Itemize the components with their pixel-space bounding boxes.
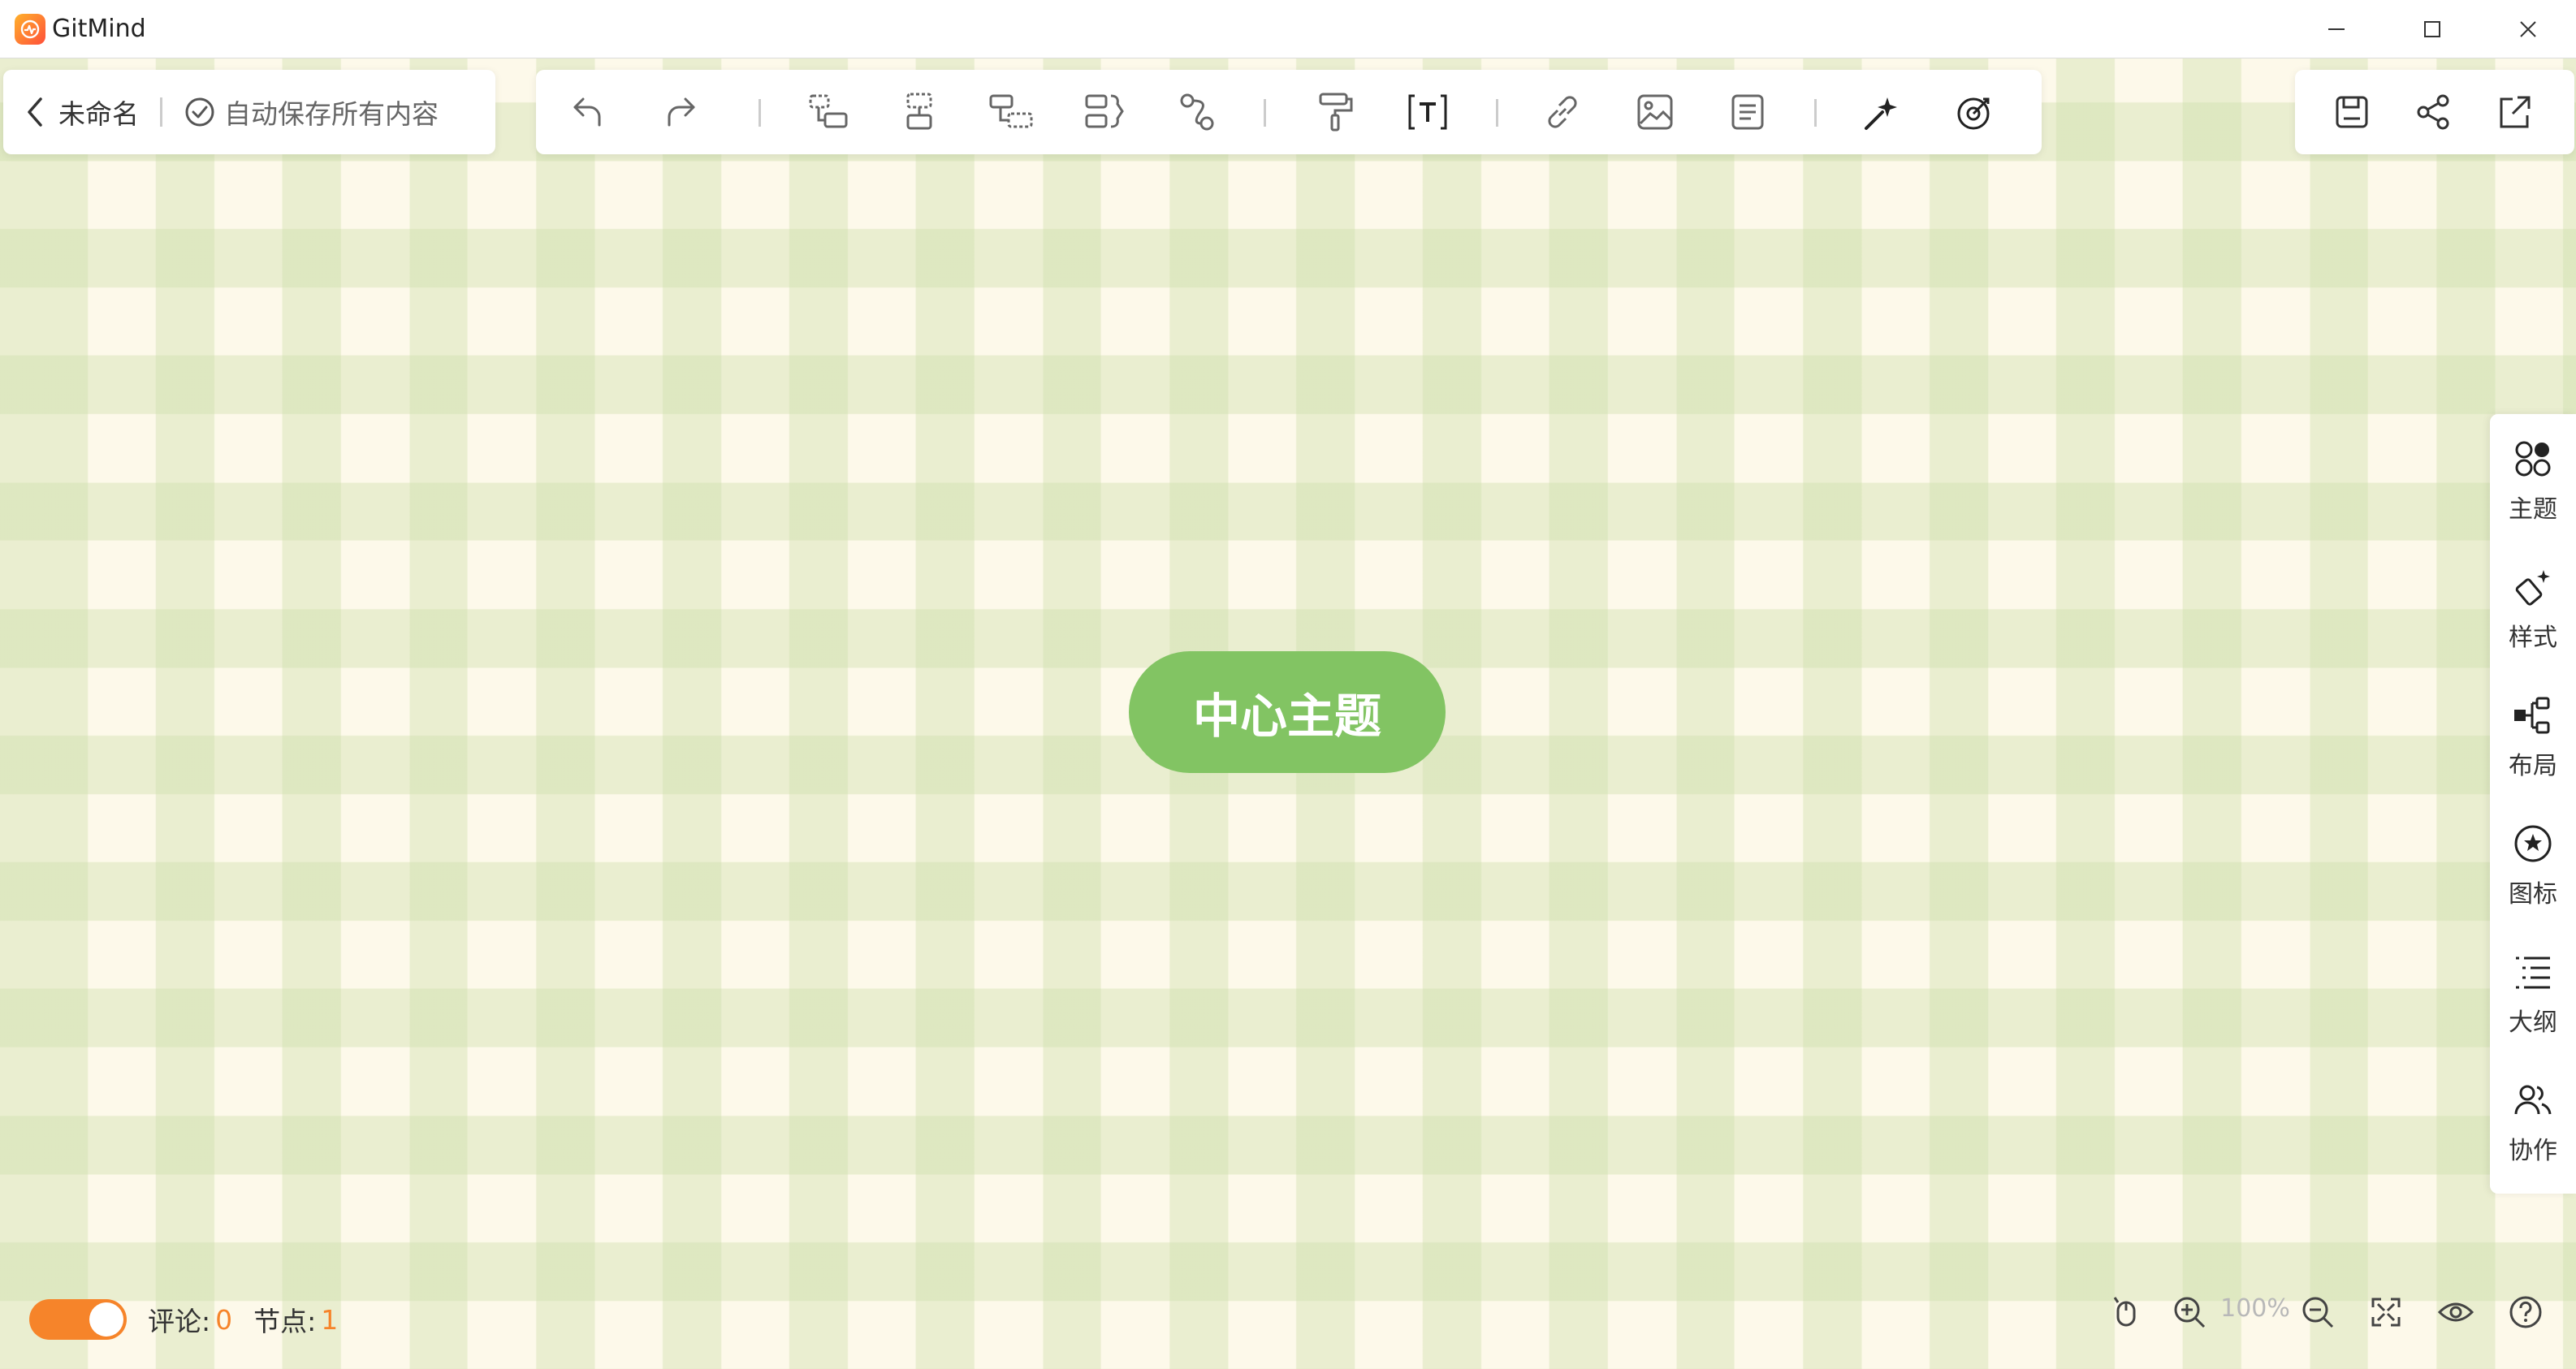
eye-icon [2437,1302,2474,1322]
document-actions [2295,70,2574,154]
chevron-left-icon [28,97,42,127]
text-icon [1408,94,1447,130]
maximize-button[interactable] [2384,0,2480,58]
close-icon [2520,21,2536,37]
text-button[interactable] [1405,89,1450,135]
save-icon [2336,96,2368,128]
add-sibling-topic-icon [906,93,932,130]
nodes-count: 1 [321,1303,339,1336]
zoom-out-button[interactable] [2295,1289,2340,1335]
sticker-icon [2514,825,2552,862]
share-button[interactable] [2410,89,2456,135]
add-child-topic-icon [809,94,848,128]
close-button[interactable] [2480,0,2576,58]
image-icon [1637,94,1673,130]
add-summary-icon [1085,94,1124,128]
minimize-button[interactable] [2289,0,2384,58]
document-header: 未命名 自动保存所有内容 [3,70,495,154]
nodes-label: 节点: [253,1306,317,1337]
sidebar-item-theme[interactable]: 主题 [2490,421,2576,542]
toolbar-divider [1814,99,1817,127]
document-name[interactable]: 未命名 [58,93,139,132]
redo-button[interactable] [658,89,703,135]
app-title: GitMind [52,15,146,43]
right-sidebar: 主题 样式 布局 图标 大纲 协作 [2490,414,2576,1194]
style-icon [2515,570,2550,606]
link-icon [1548,96,1577,128]
add-summary-button[interactable] [1082,89,1127,135]
toolbar-divider [759,99,761,127]
sidebar-label: 样式 [2509,624,2557,652]
divider [160,97,162,127]
add-sibling-topic-button[interactable] [897,89,942,135]
gitmind-logo-icon [15,13,45,45]
add-relation-icon [1180,93,1214,131]
note-button[interactable] [1725,89,1770,135]
share-icon [2417,94,2449,130]
sidebar-item-layout[interactable]: 布局 [2490,677,2576,799]
ai-magic-button[interactable] [1860,89,1905,135]
comments-label: 评论: [148,1306,211,1337]
zoom-out-icon [2302,1297,2334,1328]
sidebar-item-collaborate[interactable]: 协作 [2490,1062,2576,1184]
help-button[interactable] [2503,1289,2548,1335]
target-icon [1957,97,1990,130]
fit-screen-icon [2371,1298,2401,1327]
add-child-topic-button[interactable] [806,89,851,135]
toggle-knob [89,1302,123,1337]
check-circle-icon [185,97,214,127]
add-parent-topic-icon [989,94,1033,128]
redo-icon [668,97,695,127]
toolbar-divider [1496,99,1498,127]
central-topic-label[interactable]: 中心主题 [1193,678,1381,746]
undo-button[interactable] [565,89,611,135]
maximize-icon [2424,21,2440,37]
save-status: 自动保存所有内容 [184,93,439,132]
format-painter-icon [1319,93,1353,132]
add-relation-button[interactable] [1174,89,1220,135]
central-topic-node[interactable]: 中心主题 [1129,651,1446,773]
fit-screen-button[interactable] [2363,1289,2409,1335]
export-icon [2500,96,2531,128]
outline-icon [2516,957,2550,989]
sidebar-label: 布局 [2509,752,2557,780]
undo-icon [573,97,601,127]
title-bar: GitMind [0,0,2576,58]
help-icon [2509,1296,2542,1328]
sidebar-label: 协作 [2509,1137,2557,1165]
main-toolbar [536,70,2042,154]
collaborate-icon [2514,1085,2552,1115]
status-bar: 评论: 0 节点: 1 [29,1298,338,1341]
zoom-in-icon [2174,1297,2206,1328]
sidebar-item-sticker[interactable]: 图标 [2490,805,2576,927]
target-button[interactable] [1952,89,1998,135]
sidebar-item-outline[interactable]: 大纲 [2490,934,2576,1056]
add-parent-topic-button[interactable] [989,89,1035,135]
toolbar-divider [1264,99,1266,127]
note-icon [1731,94,1764,130]
comments-count: 0 [215,1303,233,1336]
link-button[interactable] [1540,89,1585,135]
sidebar-label: 主题 [2509,495,2557,524]
minimize-icon [2328,28,2345,30]
format-painter-button[interactable] [1312,89,1358,135]
layout-icon [2514,697,2550,734]
zoom-in-button[interactable] [2167,1289,2212,1335]
magic-wand-icon [1865,97,1897,130]
theme-icon [2515,441,2551,477]
comments-toggle[interactable] [29,1299,127,1340]
save-status-label: 自动保存所有内容 [224,98,439,130]
preview-button[interactable] [2433,1289,2479,1335]
sidebar-label: 图标 [2509,880,2557,909]
zoom-level[interactable]: 100% [2217,1294,2293,1323]
sidebar-label: 大纲 [2509,1008,2557,1037]
image-button[interactable] [1632,89,1678,135]
sidebar-item-style[interactable]: 样式 [2490,549,2576,671]
pan-mode-button[interactable] [2103,1289,2149,1335]
back-button[interactable]: 未命名 [3,70,139,154]
save-button[interactable] [2329,89,2375,135]
mouse-icon [2113,1297,2136,1327]
export-button[interactable] [2492,89,2537,135]
